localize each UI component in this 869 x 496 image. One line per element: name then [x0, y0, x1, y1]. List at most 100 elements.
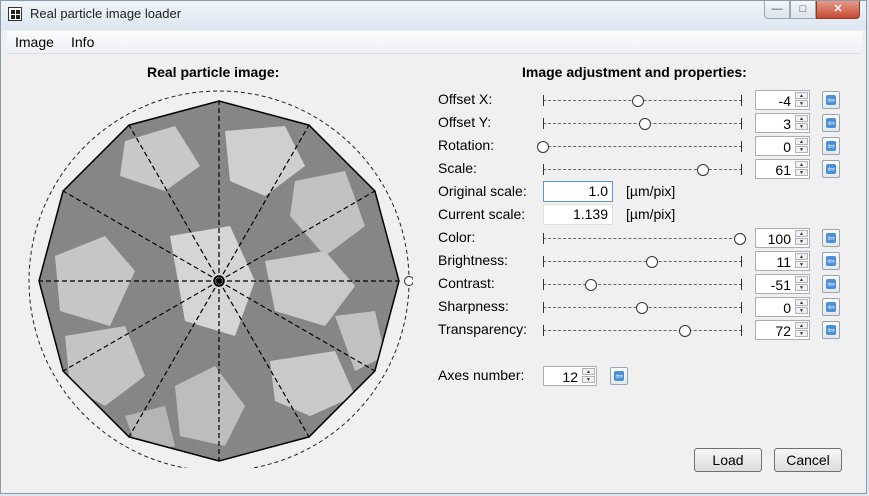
spin-up-icon[interactable]: ▲ [795, 92, 808, 99]
spin-down-icon[interactable]: ▼ [795, 261, 808, 268]
menu-image[interactable]: Image [15, 34, 54, 50]
slider-thumb[interactable] [631, 95, 644, 107]
reset-arrow-icon: ⇦ [826, 302, 836, 312]
slider[interactable] [541, 278, 744, 292]
axes-number-label: Axes number: [438, 367, 525, 383]
slider-thumb[interactable] [696, 164, 709, 176]
load-button[interactable]: Load [694, 448, 762, 472]
slider[interactable] [541, 163, 744, 177]
reset-arrow-icon: ⇦ [614, 371, 624, 381]
spin-up-icon[interactable]: ▲ [795, 276, 808, 283]
spin-up-icon[interactable]: ▲ [795, 322, 808, 329]
axes-number-stepper[interactable]: 12 ▲ ▼ [543, 366, 597, 386]
menu-bar: Image Info [7, 31, 862, 54]
slider-label: Offset Y: [438, 114, 492, 130]
slider-thumb[interactable] [635, 302, 648, 314]
original-scale-input[interactable]: 1.0 [543, 181, 613, 202]
stepper-value: 100 [767, 231, 791, 247]
value-stepper[interactable]: 0 ▲ ▼ [755, 136, 810, 156]
slider[interactable] [541, 117, 744, 131]
slider[interactable] [541, 94, 744, 108]
spin-up-icon[interactable]: ▲ [795, 161, 808, 168]
spin-up-icon[interactable]: ▲ [795, 230, 808, 237]
current-scale-unit: [µm/pix] [626, 206, 676, 222]
spin-up-icon[interactable]: ▲ [795, 138, 808, 145]
slider-thumb[interactable] [537, 141, 549, 153]
reset-button[interactable]: ⇦ [822, 321, 840, 339]
slider[interactable] [541, 255, 744, 269]
current-scale-value: 1.139 [543, 204, 613, 225]
reset-button[interactable]: ⇦ [822, 160, 840, 178]
close-icon: ✕ [833, 3, 843, 15]
axes-number-value: 12 [562, 369, 578, 385]
reset-button[interactable]: ⇦ [822, 114, 840, 132]
reset-button[interactable]: ⇦ [822, 229, 840, 247]
original-scale-unit: [µm/pix] [626, 183, 676, 199]
reset-button[interactable]: ⇦ [822, 91, 840, 109]
value-stepper[interactable]: 11 ▲ ▼ [755, 251, 810, 271]
stepper-value: -51 [770, 277, 791, 293]
slider-thumb[interactable] [639, 118, 652, 130]
slider[interactable] [541, 324, 744, 338]
slider-label: Contrast: [438, 275, 495, 291]
spin-up-icon[interactable]: ▲ [795, 115, 808, 122]
slider-thumb[interactable] [646, 256, 659, 268]
reset-arrow-icon: ⇦ [826, 164, 836, 174]
spin-down-icon[interactable]: ▼ [795, 238, 808, 245]
maximize-button[interactable]: □ [790, 1, 816, 19]
slider-thumb[interactable] [585, 279, 598, 291]
spin-up-icon[interactable]: ▲ [795, 299, 808, 306]
slider-thumb[interactable] [678, 325, 691, 337]
slider[interactable] [537, 140, 744, 154]
cancel-button[interactable]: Cancel [774, 448, 842, 472]
slider-label: Color: [438, 229, 476, 245]
value-stepper[interactable]: 61 ▲ ▼ [755, 159, 810, 179]
spin-up-icon[interactable]: ▲ [582, 368, 595, 375]
axes-reset-button[interactable]: ⇦ [610, 367, 628, 385]
window-controls: — □ ✕ [764, 1, 860, 21]
spin-down-icon[interactable]: ▼ [795, 330, 808, 337]
reset-arrow-icon: ⇦ [826, 95, 836, 105]
value-stepper[interactable]: -51 ▲ ▼ [755, 274, 810, 294]
value-stepper[interactable]: -4 ▲ ▼ [755, 90, 810, 110]
slider-thumb[interactable] [734, 233, 746, 245]
value-stepper[interactable]: 0 ▲ ▼ [755, 297, 810, 317]
stepper-value: 11 [776, 254, 791, 270]
spin-down-icon[interactable]: ▼ [582, 376, 595, 383]
rotation-handle[interactable] [404, 276, 414, 286]
slider-label: Transparency: [438, 321, 527, 337]
value-stepper[interactable]: 3 ▲ ▼ [755, 113, 810, 133]
slider-label: Offset X: [438, 91, 493, 107]
particle-image-canvas[interactable] [25, 86, 414, 472]
minimize-button[interactable]: — [764, 1, 790, 19]
reset-button[interactable]: ⇦ [822, 275, 840, 293]
value-stepper[interactable]: 72 ▲ ▼ [755, 320, 810, 340]
slider[interactable] [541, 301, 744, 315]
spin-down-icon[interactable]: ▼ [795, 284, 808, 291]
reset-button[interactable]: ⇦ [822, 252, 840, 270]
current-scale-label: Current scale: [438, 206, 526, 222]
left-heading: Real particle image: [147, 64, 280, 80]
reset-button[interactable]: ⇦ [822, 298, 840, 316]
spin-down-icon[interactable]: ▼ [795, 100, 808, 107]
spin-down-icon[interactable]: ▼ [795, 123, 808, 130]
slider-label: Brightness: [438, 252, 509, 268]
spin-up-icon[interactable]: ▲ [795, 253, 808, 260]
menu-info[interactable]: Info [71, 34, 94, 50]
window-title: Real particle image loader [30, 6, 182, 21]
minimize-icon: — [771, 3, 783, 15]
reset-arrow-icon: ⇦ [826, 118, 836, 128]
spin-down-icon[interactable]: ▼ [795, 169, 808, 176]
close-button[interactable]: ✕ [816, 1, 860, 19]
spin-down-icon[interactable]: ▼ [795, 146, 808, 153]
reset-arrow-icon: ⇦ [826, 141, 836, 151]
reset-button[interactable]: ⇦ [822, 137, 840, 155]
stepper-value: 61 [775, 162, 791, 178]
title-bar[interactable]: Real particle image loader — □ ✕ [1, 1, 866, 30]
spin-down-icon[interactable]: ▼ [795, 307, 808, 314]
app-window: Real particle image loader — □ ✕ Image I… [0, 0, 867, 494]
original-scale-label: Original scale: [438, 183, 527, 199]
value-stepper[interactable]: 100 ▲ ▼ [755, 228, 810, 248]
slider[interactable] [541, 232, 746, 246]
stepper-value: 0 [783, 300, 791, 316]
